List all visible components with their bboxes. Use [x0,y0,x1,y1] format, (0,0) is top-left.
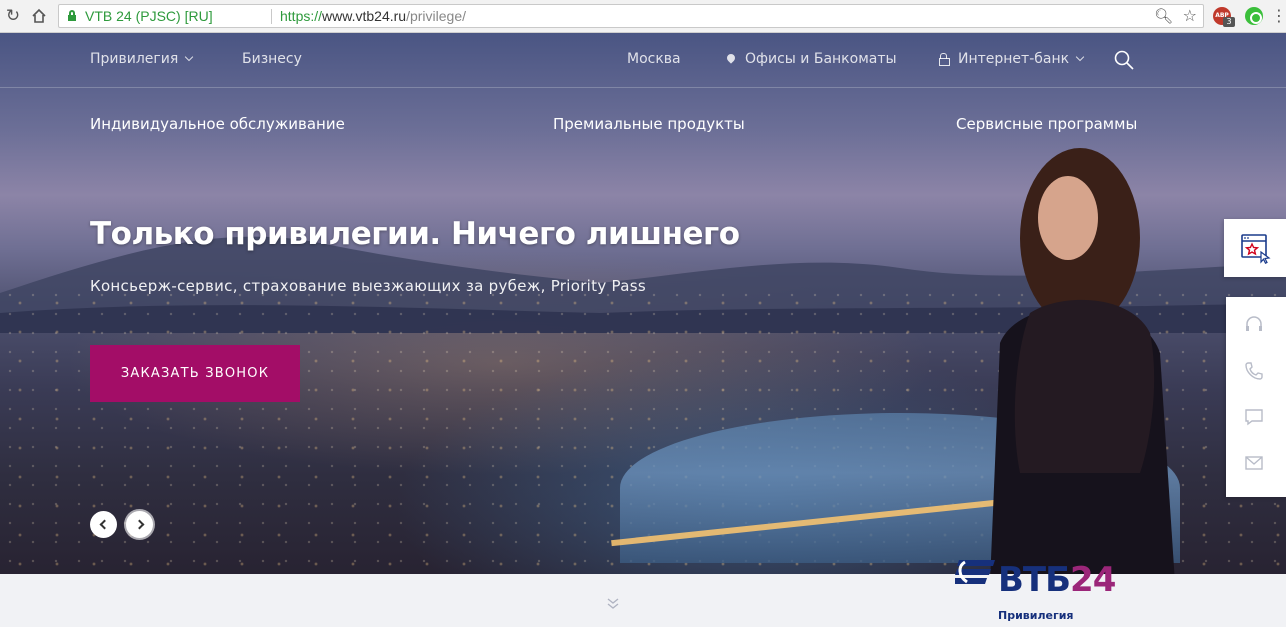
star-icon[interactable]: ☆ [1183,6,1197,25]
lock-icon [68,10,76,21]
hero-title: Только привилегии. Ничего лишнего [90,216,740,252]
mail-icon [1245,456,1263,470]
favorites-widget[interactable] [1224,219,1286,277]
hero-subtitle: Консьерж-сервис, страхование выезжающих … [90,277,646,295]
slider-next-button[interactable] [126,511,153,538]
browser-toolbar: ↻ VTB 24 (PJSC) [RU] https://www.vtb24.r… [0,0,1286,33]
nav-city[interactable]: Москва [627,51,681,67]
top-navigation: Привилегия Бизнесу Москва Офисы и Банком… [0,33,1286,88]
address-bar[interactable]: VTB 24 (PJSC) [RU] https://www.vtb24.ru/… [58,4,1204,28]
browser-star-icon [1241,234,1271,264]
reload-icon[interactable]: ↻ [2,5,24,27]
vtb-logo-mark [955,560,995,584]
support-button[interactable] [1226,301,1286,347]
zoom-icon[interactable]: 🔍︎ [1154,7,1173,25]
address-divider [271,9,272,24]
order-call-button[interactable]: ЗАКАЗАТЬ ЗВОНОК [90,345,300,402]
extension-badge: 3 [1223,17,1235,27]
chevron-down-icon [185,52,194,62]
nav-privilege[interactable]: Привилегия [90,51,194,67]
nav-internet-bank[interactable]: Интернет-банк [939,51,1085,67]
chat-button[interactable] [1226,393,1286,439]
site-identity[interactable]: VTB 24 (PJSC) [RU] [85,8,213,24]
chevron-down-icon [1075,52,1085,62]
headset-icon [1246,316,1262,331]
woman-silhouette [990,148,1175,574]
phone-icon [1245,362,1263,380]
browser-menu-icon[interactable]: ⋮ [1271,8,1286,24]
chat-icon [1245,409,1263,426]
slider-prev-button[interactable] [90,511,117,538]
chevron-left-icon [99,519,110,530]
padlock-icon [939,53,950,66]
location-pin-icon [725,52,737,64]
chevron-right-icon [134,519,145,530]
scroll-down-icon[interactable] [607,597,619,611]
nav-offices[interactable]: Офисы и Банкоматы [725,51,897,67]
hero-banner: Привилегия Бизнесу Москва Офисы и Банком… [0,33,1286,574]
email-button[interactable] [1226,439,1286,485]
url-text[interactable]: https://www.vtb24.ru/privilege/ [280,8,466,24]
green-extension-icon[interactable] [1245,7,1263,25]
subnav-service[interactable]: Сервисные программы [956,115,1137,133]
call-button[interactable] [1226,347,1286,393]
logo-caption: Привилегия [998,609,1074,622]
nav-business[interactable]: Бизнесу [242,51,302,67]
contact-widget [1226,297,1286,497]
vtb24-logo[interactable]: ВТБ24 [998,560,1116,600]
home-icon[interactable] [28,5,50,27]
subnav-premium[interactable]: Премиальные продукты [553,115,745,133]
search-icon[interactable] [1114,50,1134,70]
subnav-individual[interactable]: Индивидуальное обслуживание [90,115,345,133]
